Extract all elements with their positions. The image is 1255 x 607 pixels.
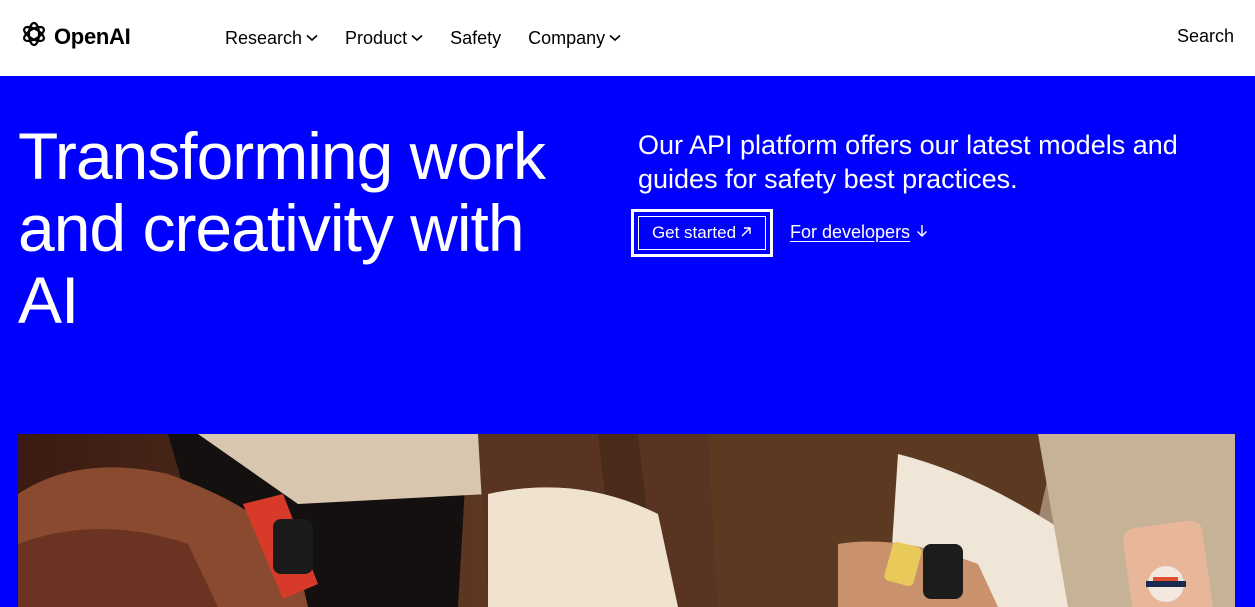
hero-description: Our API platform offers our latest model… (638, 130, 1178, 194)
hero-photo (18, 434, 1235, 607)
for-developers-label: For developers (790, 222, 911, 242)
brand-logo[interactable]: OpenAI (18, 18, 131, 55)
brand-name: OpenAI (54, 23, 131, 49)
nav-item-label: Research (225, 27, 303, 48)
chevron-down-icon (411, 34, 423, 42)
nav-item-label: Safety (450, 27, 502, 48)
nav-item-research[interactable]: Research (225, 28, 318, 49)
nav-item-label: Product (345, 27, 408, 48)
search-link[interactable]: Search (1177, 26, 1234, 47)
nav-item-label: Company (528, 27, 606, 48)
nav-item-company[interactable]: Company (528, 28, 621, 49)
hero-title: Transforming work and creativity with AI (18, 119, 546, 337)
get-started-label: Get started (651, 223, 737, 242)
arrow-up-right-icon (740, 223, 752, 243)
nav-item-safety[interactable]: Safety (450, 28, 501, 49)
site-header: OpenAI Research Product Safety Company S… (0, 0, 1255, 76)
openai-logo-icon (18, 18, 50, 55)
nav-item-product[interactable]: Product (345, 28, 423, 49)
for-developers-link[interactable]: For developers (790, 222, 928, 243)
main-nav: Research Product Safety Company (225, 0, 648, 76)
get-started-button[interactable]: Get started (638, 216, 766, 250)
chevron-down-icon (609, 34, 621, 42)
arrow-down-icon (916, 222, 928, 243)
chevron-down-icon (306, 34, 318, 42)
